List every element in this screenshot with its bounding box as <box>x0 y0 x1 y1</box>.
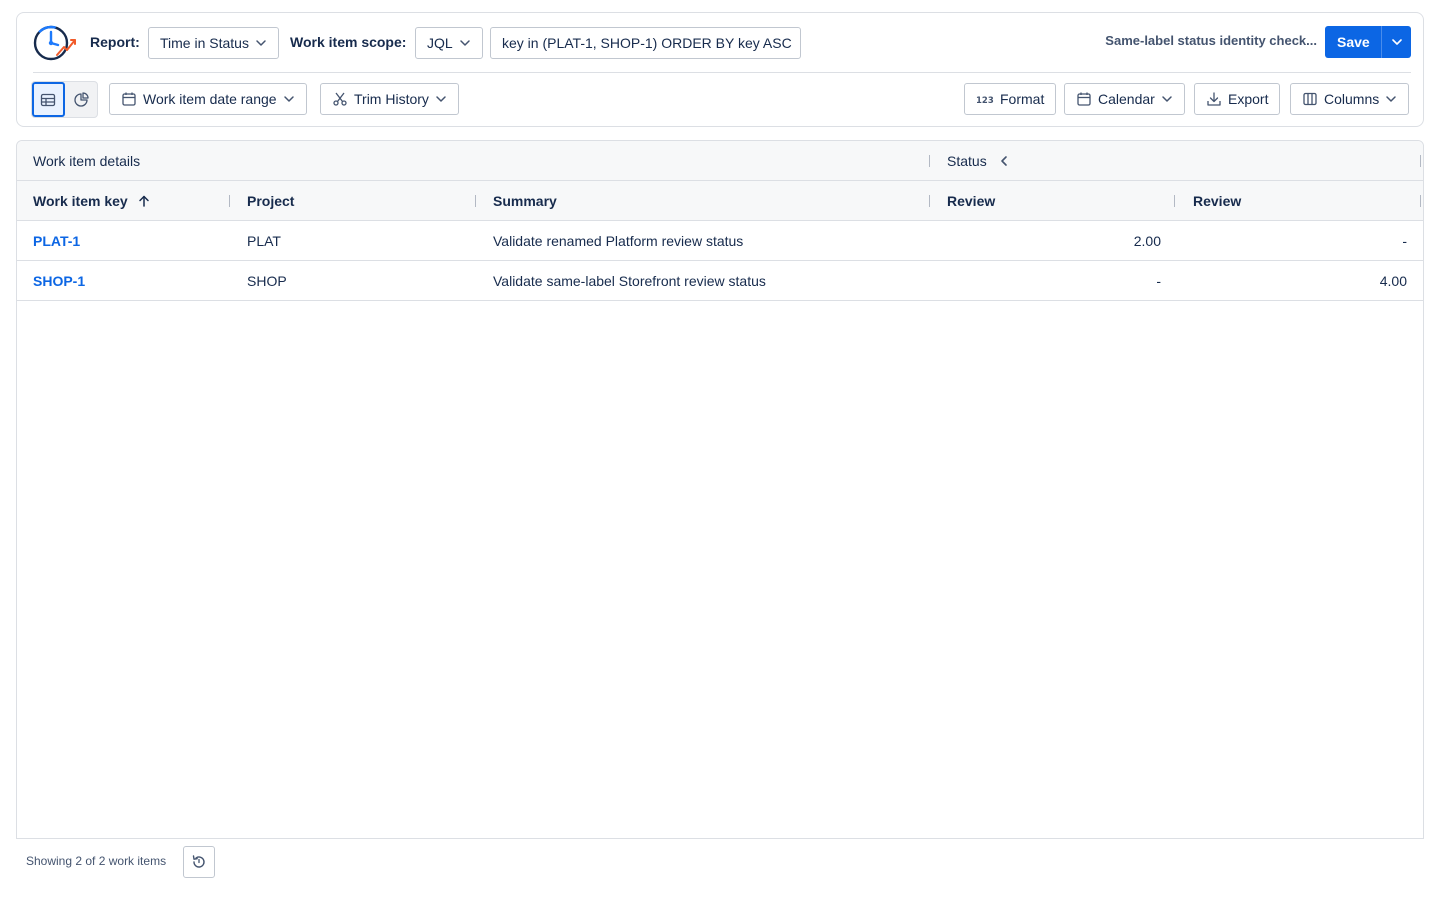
chevron-down-icon <box>256 40 266 46</box>
saved-report-name: Same-label status identity check... <box>1105 33 1317 48</box>
column-header-row: Work item key Project Summary Review Rev… <box>17 181 1423 221</box>
scope-type-value: JQL <box>427 35 453 51</box>
chevron-down-icon <box>1162 96 1172 102</box>
chevron-left-icon[interactable] <box>998 155 1010 167</box>
chevron-down-icon <box>436 96 446 102</box>
download-icon <box>1207 92 1221 106</box>
sort-ascending-icon <box>138 195 149 207</box>
column-header-project[interactable]: Project <box>247 181 294 221</box>
review-1-cell: - <box>1156 273 1161 289</box>
pagination-summary: Showing 2 of 2 work items <box>26 854 167 868</box>
column-resize-handle[interactable] <box>229 195 230 207</box>
table-icon <box>41 93 56 106</box>
column-resize-handle[interactable] <box>475 195 476 207</box>
export-button[interactable]: Export <box>1194 83 1281 115</box>
review-2-cell: 4.00 <box>1379 273 1407 289</box>
chevron-down-icon <box>283 96 294 102</box>
refresh-icon <box>192 855 205 868</box>
work-item-key-link[interactable]: PLAT-1 <box>33 221 80 261</box>
trim-history-label: Trim History <box>354 91 429 107</box>
work-item-key-link[interactable]: SHOP-1 <box>33 261 85 301</box>
calendar-icon <box>122 92 136 106</box>
app-logo-icon <box>33 25 76 61</box>
columns-label: Columns <box>1324 91 1380 107</box>
refresh-button[interactable] <box>183 846 215 878</box>
calendar-button[interactable]: Calendar <box>1064 83 1185 115</box>
report-type-select[interactable]: Time in Status <box>148 27 279 59</box>
toolbar-row-secondary: Work item date range Trim History 123 Fo… <box>17 73 1423 128</box>
chevron-down-icon <box>1386 96 1396 102</box>
format-label: Format <box>1000 91 1045 107</box>
svg-text:123: 123 <box>976 96 994 106</box>
chart-view-button[interactable] <box>65 82 97 117</box>
calendar-icon <box>1077 92 1091 106</box>
jql-query-input[interactable]: key in (PLAT-1, SHOP-1) ORDER BY key ASC <box>490 27 801 59</box>
review-2-cell: - <box>1402 233 1407 249</box>
scope-type-select[interactable]: JQL <box>415 27 483 59</box>
project-cell: PLAT <box>247 233 281 249</box>
chevron-down-icon <box>1391 39 1402 45</box>
report-type-value: Time in Status <box>160 35 249 51</box>
group-header-row: Work item details Status <box>17 141 1423 181</box>
jql-query-text: key in (PLAT-1, SHOP-1) ORDER BY key ASC <box>502 35 792 51</box>
table-row: SHOP-1 SHOP Validate same-label Storefro… <box>17 261 1423 301</box>
view-mode-toggle <box>31 81 98 118</box>
summary-cell: Validate renamed Platform review status <box>493 233 744 249</box>
scope-label: Work item scope: <box>290 34 407 50</box>
save-button-label: Save <box>1337 34 1370 50</box>
calendar-label: Calendar <box>1098 91 1155 107</box>
columns-icon <box>1303 92 1317 106</box>
toolbar-row-primary: Report: Time in Status Work item scope: … <box>17 13 1423 72</box>
column-header-summary[interactable]: Summary <box>493 181 557 221</box>
pie-chart-icon <box>74 91 89 107</box>
summary-cell: Validate same-label Storefront review st… <box>493 273 766 289</box>
scissors-icon <box>333 92 347 106</box>
column-header-review-1[interactable]: Review <box>947 181 995 221</box>
chevron-down-icon <box>459 40 470 46</box>
export-label: Export <box>1228 91 1269 107</box>
date-range-button[interactable]: Work item date range <box>109 83 307 115</box>
date-range-label: Work item date range <box>143 91 277 107</box>
status-group-label: Status <box>947 153 987 169</box>
number-format-icon: 123 <box>976 96 994 106</box>
trim-history-button[interactable]: Trim History <box>320 83 459 115</box>
column-resize-handle[interactable] <box>1174 195 1175 207</box>
table-view-button[interactable] <box>32 82 65 117</box>
column-resize-handle[interactable] <box>929 195 930 207</box>
column-header-review-2[interactable]: Review <box>1193 181 1241 221</box>
column-header-key-label: Work item key <box>33 193 128 209</box>
table-bottom-border <box>16 838 1424 839</box>
status-group-header[interactable]: Status <box>947 141 1010 181</box>
report-toolbar: Report: Time in Status Work item scope: … <box>16 12 1424 127</box>
save-options-button[interactable] <box>1381 26 1411 58</box>
details-group-header: Work item details <box>33 153 141 169</box>
project-cell: SHOP <box>247 273 287 289</box>
format-button[interactable]: 123 Format <box>964 83 1057 115</box>
report-label: Report: <box>90 34 140 50</box>
column-divider <box>929 155 930 167</box>
columns-button[interactable]: Columns <box>1290 83 1410 115</box>
column-header-key[interactable]: Work item key <box>33 181 150 221</box>
column-resize-handle[interactable] <box>1420 195 1421 207</box>
review-1-cell: 2.00 <box>1133 233 1161 249</box>
time-in-status-table: Work item details Status Work item key P… <box>16 140 1424 839</box>
save-button[interactable]: Save <box>1325 26 1411 58</box>
table-row: PLAT-1 PLAT Validate renamed Platform re… <box>17 221 1423 261</box>
column-divider <box>1420 155 1421 167</box>
